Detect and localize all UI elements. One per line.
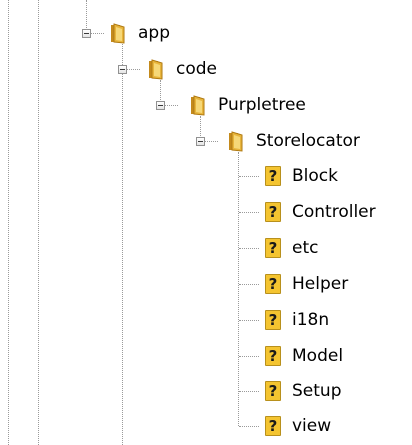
collapse-storelocator-toggle[interactable] xyxy=(196,137,205,146)
tree-node-label: code xyxy=(176,59,217,79)
tree-node-label: Controller xyxy=(292,202,376,222)
unknown-file-icon: ? xyxy=(262,272,284,296)
collapse-code-toggle[interactable] xyxy=(118,65,127,74)
tree-node-label: etc xyxy=(292,238,319,258)
tree-node-label: Storelocator xyxy=(256,131,360,151)
unknown-file-icon: ? xyxy=(262,308,284,332)
tree-guide-line xyxy=(238,152,239,426)
tree-node-etc[interactable]: ? etc xyxy=(262,232,318,264)
tree-node-label: Purpletree xyxy=(218,95,306,115)
tree-node-controller[interactable]: ? Controller xyxy=(262,196,376,228)
tree-node-label: Setup xyxy=(292,381,342,401)
unknown-file-icon: ? xyxy=(262,414,284,438)
tree-node-label: Helper xyxy=(292,274,349,294)
tree-connector xyxy=(239,391,259,392)
tree-guide-line xyxy=(8,0,9,445)
folder-icon xyxy=(146,57,168,81)
unknown-file-icon: ? xyxy=(262,379,284,403)
tree-guide-line xyxy=(38,0,39,445)
tree-connector xyxy=(239,320,259,321)
tree-node-setup[interactable]: ? Setup xyxy=(262,375,341,407)
tree-node-label: Block xyxy=(292,166,338,186)
folder-icon xyxy=(226,129,248,153)
tree-connector xyxy=(239,356,259,357)
tree-node-label: view xyxy=(292,416,332,436)
tree-connector xyxy=(239,426,259,427)
tree-node-label: Model xyxy=(292,346,344,366)
tree-node-label: i18n xyxy=(292,310,330,330)
tree-node-block[interactable]: ? Block xyxy=(262,160,338,192)
unknown-file-icon: ? xyxy=(262,344,284,368)
folder-tree: app code Purpletree Storelocator ? Block… xyxy=(0,0,412,445)
tree-connector xyxy=(239,248,259,249)
unknown-file-icon: ? xyxy=(262,164,284,188)
unknown-file-icon: ? xyxy=(262,200,284,224)
tree-connector xyxy=(239,284,259,285)
tree-connector xyxy=(239,176,259,177)
tree-node-model[interactable]: ? Model xyxy=(262,340,343,372)
tree-node-label: app xyxy=(138,23,170,43)
folder-icon xyxy=(108,21,130,45)
tree-node-code[interactable]: code xyxy=(146,53,217,85)
tree-node-helper[interactable]: ? Helper xyxy=(262,268,348,300)
tree-node-view[interactable]: ? view xyxy=(262,410,331,442)
tree-node-i18n[interactable]: ? i18n xyxy=(262,304,329,336)
tree-node-storelocator[interactable]: Storelocator xyxy=(226,125,360,157)
tree-guide-line xyxy=(122,44,123,445)
collapse-app-toggle[interactable] xyxy=(82,29,91,38)
tree-node-app[interactable]: app xyxy=(108,17,170,49)
folder-icon xyxy=(188,93,210,117)
tree-node-purpletree[interactable]: Purpletree xyxy=(188,89,306,121)
unknown-file-icon: ? xyxy=(262,236,284,260)
collapse-purpletree-toggle[interactable] xyxy=(156,101,165,110)
tree-connector xyxy=(239,212,259,213)
